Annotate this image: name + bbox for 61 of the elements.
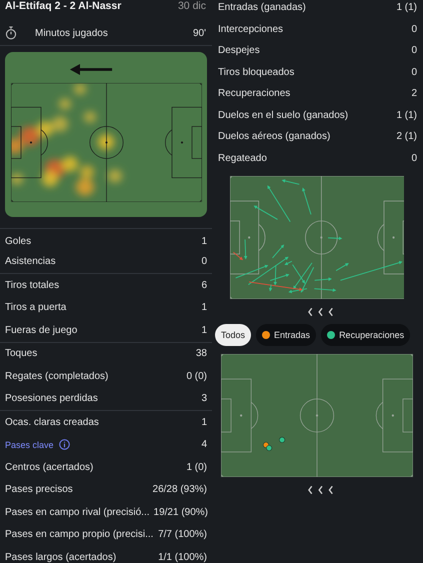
pass-arrow <box>328 236 342 240</box>
match-date: 30 dic <box>178 0 206 12</box>
stat-value: 2 (1) <box>396 131 417 142</box>
stat-label: Recuperaciones <box>218 88 290 100</box>
stopwatch-icon <box>5 26 17 40</box>
stat-label: Tiros bloqueados <box>218 66 294 78</box>
stat-label: Despejes <box>218 45 260 56</box>
stat-label: Intercepciones <box>218 24 284 35</box>
stat-value: 2 <box>411 88 417 100</box>
match-title: Al-Ettifaq 2 - 2 Al-Nassr <box>5 0 122 12</box>
stat-value: 1/1 (100%) <box>158 552 207 563</box>
stat-label: Duelos en el suelo (ganados) <box>218 110 348 121</box>
stat-label: Minutos jugados <box>35 28 109 38</box>
stat-value: 1 <box>201 416 207 428</box>
stat-value: 0 <box>411 45 417 56</box>
stat-label: Pases en campo propio (precisi... <box>5 529 154 540</box>
stat-value: 26/28 (93%) <box>152 484 207 496</box>
stat-value: 1 <box>201 302 207 314</box>
filter-chip[interactable]: Todos <box>215 324 252 346</box>
stat-label: Pases largos (acertados) <box>5 552 116 563</box>
stat-value: 1 (0) <box>186 462 207 473</box>
arrow-icon <box>69 64 113 75</box>
pass-arrow <box>302 188 312 215</box>
chevrons-icon[interactable] <box>308 485 336 495</box>
stat-value: 7/7 (100%) <box>158 529 207 540</box>
stat-value: 4 <box>201 439 207 450</box>
stat-label: Posesiones perdidas <box>5 393 98 404</box>
info-icon[interactable] <box>58 439 70 450</box>
stat-label: Pases en campo rival (precisió... <box>5 506 150 518</box>
stat-value: 90' <box>192 28 206 38</box>
stat-value: 1 (1) <box>396 2 417 14</box>
stat-value: 3 <box>201 393 207 404</box>
stat-label: Fueras de juego <box>5 324 78 336</box>
stat-value: 1 <box>201 324 207 336</box>
stat-value: 0 <box>411 66 417 78</box>
stat-label: Pases precisos <box>5 484 73 496</box>
stat-value: 19/21 (90%) <box>154 506 208 518</box>
stat-label: Regateado <box>218 152 267 164</box>
stat-label: Goles <box>5 236 32 246</box>
stat-label: Entradas (ganadas) <box>218 2 306 14</box>
filter-chip[interactable]: Recuperaciones <box>321 324 410 346</box>
stat-value: 0 <box>201 256 207 266</box>
stat-link[interactable]: Pases clave <box>5 440 54 450</box>
chevrons-icon[interactable] <box>308 307 336 317</box>
stat-value: 38 <box>196 348 207 360</box>
stat-value: 1 (1) <box>396 110 417 121</box>
stat-label: Toques <box>5 348 38 360</box>
stat-label: Duelos aéreos (ganados) <box>218 131 330 142</box>
stat-value: 0 <box>411 24 417 35</box>
filter-chip[interactable]: Entradas <box>256 324 316 346</box>
stat-label: Regates (completados) <box>5 370 108 382</box>
stat-label: Ocas. claras creadas <box>5 416 99 428</box>
stat-label: Tiros totales <box>5 280 60 291</box>
stat-value: 1 <box>201 236 207 246</box>
stat-label: Centros (acertados) <box>5 462 94 473</box>
stat-value: 0 (0) <box>186 370 207 382</box>
event-dot <box>279 436 286 443</box>
stat-label: Tiros a puerta <box>5 302 66 314</box>
stat-label: Asistencias <box>5 256 56 266</box>
stat-value: 6 <box>201 280 207 291</box>
stat-value: 0 <box>411 152 417 164</box>
